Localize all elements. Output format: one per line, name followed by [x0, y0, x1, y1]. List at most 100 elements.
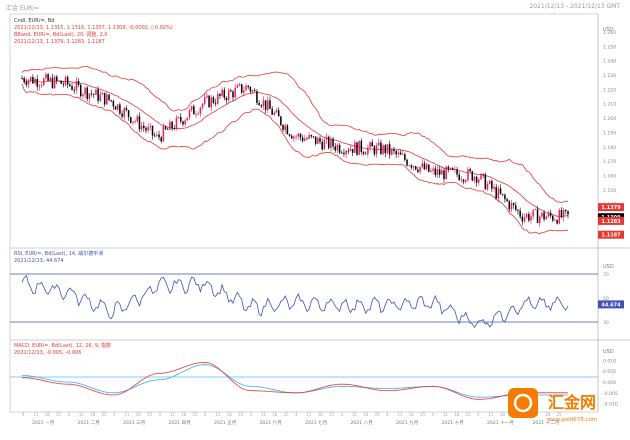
candle-body: [375, 145, 378, 155]
candle-body: [506, 199, 508, 202]
x-axis-day-label: 18: [90, 412, 96, 417]
candle-body: [29, 77, 32, 81]
candle-body: [386, 144, 389, 154]
price-tick-label: 1.190: [603, 130, 616, 136]
candle-body: [525, 213, 528, 218]
candle-body: [295, 136, 297, 138]
x-axis-day-label: 18: [272, 412, 278, 417]
candle-body: [460, 179, 463, 181]
candle-body: [177, 117, 180, 118]
x-axis-month-label: 2021 九月: [396, 419, 418, 426]
x-axis-day-label: 18: [136, 412, 142, 417]
x-axis-day-label: 11: [33, 412, 39, 417]
candle-body: [184, 120, 186, 125]
price-badge-value: 1.1379: [601, 205, 621, 211]
candle-body: [347, 150, 350, 152]
candle-body: [95, 89, 97, 95]
candle-body: [225, 97, 228, 101]
candle-body: [62, 83, 65, 85]
candle-body: [132, 121, 134, 123]
candle-body: [547, 212, 550, 217]
logo-icon: [508, 388, 538, 418]
candle-body: [203, 97, 206, 104]
x-axis-day-label: 11: [306, 412, 312, 417]
candle-body: [323, 140, 326, 150]
macd-tick-label: -0.010: [603, 402, 618, 408]
candle-body: [288, 134, 291, 136]
candle-body: [341, 152, 343, 154]
candle-body: [469, 169, 471, 172]
candle-body: [273, 112, 276, 115]
candle-body: [345, 150, 347, 155]
candle-body: [488, 180, 491, 184]
candle-body: [267, 100, 269, 110]
candle-body: [343, 152, 345, 155]
candle-body: [304, 138, 306, 141]
candle-body: [58, 80, 60, 82]
candle-body: [199, 107, 202, 114]
candle-body: [382, 145, 384, 155]
candle-body: [160, 137, 162, 142]
candle-body: [86, 87, 89, 99]
candle-body: [69, 84, 71, 86]
candle-body: [217, 93, 219, 104]
x-axis-day-label: 4: [295, 412, 298, 417]
candle-body: [417, 169, 419, 172]
candle-body: [451, 167, 454, 170]
candle-body: [147, 126, 149, 131]
x-axis-day-label: 4: [22, 412, 25, 417]
x-axis-day-label: 25: [375, 412, 381, 417]
x-axis-day-label: 4: [204, 412, 207, 417]
rsi-tick-label: 30: [603, 320, 609, 326]
watermark-url: www.gold678.com: [547, 417, 598, 423]
candle-body: [143, 125, 145, 129]
x-axis-day-label: 11: [79, 412, 85, 417]
candle-body: [373, 146, 376, 155]
candle-body: [438, 169, 441, 175]
x-axis-day-label: 11: [170, 412, 176, 417]
x-axis-day-label: 11: [352, 412, 358, 417]
candle-body: [549, 212, 552, 216]
candle-body: [443, 170, 445, 180]
candle-body: [21, 77, 23, 79]
candle-body: [188, 110, 191, 118]
x-axis-day-label: 18: [500, 412, 506, 417]
candle-body: [130, 117, 132, 123]
x-axis-day-label: 25: [193, 412, 199, 417]
x-axis-day-label: 4: [113, 412, 116, 417]
x-axis-month-label: 2021 三月: [123, 420, 145, 426]
candle-body: [99, 94, 102, 101]
candle-body: [360, 140, 363, 153]
candle-body: [312, 136, 315, 138]
candle-body: [79, 85, 82, 97]
candle-body: [121, 113, 123, 117]
price-tick-label: 1.160: [603, 173, 616, 179]
macd-tick-label: 0.010: [603, 358, 616, 364]
candle-body: [119, 104, 121, 114]
price-header-3: BBand, EUR/=, Bd(Last), 20, 调整, 2.0: [14, 31, 108, 38]
candle-body: [108, 94, 110, 101]
candle-body: [336, 144, 339, 151]
candle-body: [151, 125, 154, 136]
candle-body: [240, 84, 243, 93]
price-badge-value: 1.1283: [601, 219, 621, 225]
candle-body: [162, 126, 165, 142]
rsi-axis-label: USD: [603, 264, 614, 270]
candle-body: [325, 136, 328, 141]
candle-body: [484, 174, 487, 190]
candle-body: [384, 145, 387, 154]
candle-body: [269, 100, 271, 109]
candle-body: [497, 188, 500, 199]
candle-body: [541, 212, 543, 217]
candle-body: [434, 168, 437, 175]
candle-body: [75, 81, 78, 91]
candle-body: [243, 90, 245, 93]
candle-body: [42, 78, 45, 86]
price-header-1: Cndl, EUR/=, Bd: [14, 18, 54, 24]
candle-body: [169, 121, 171, 130]
candle-body: [36, 78, 38, 87]
x-axis-day-label: 4: [477, 412, 480, 417]
candle-body: [423, 163, 426, 170]
candle-body: [275, 110, 278, 113]
candle-body: [521, 216, 524, 222]
